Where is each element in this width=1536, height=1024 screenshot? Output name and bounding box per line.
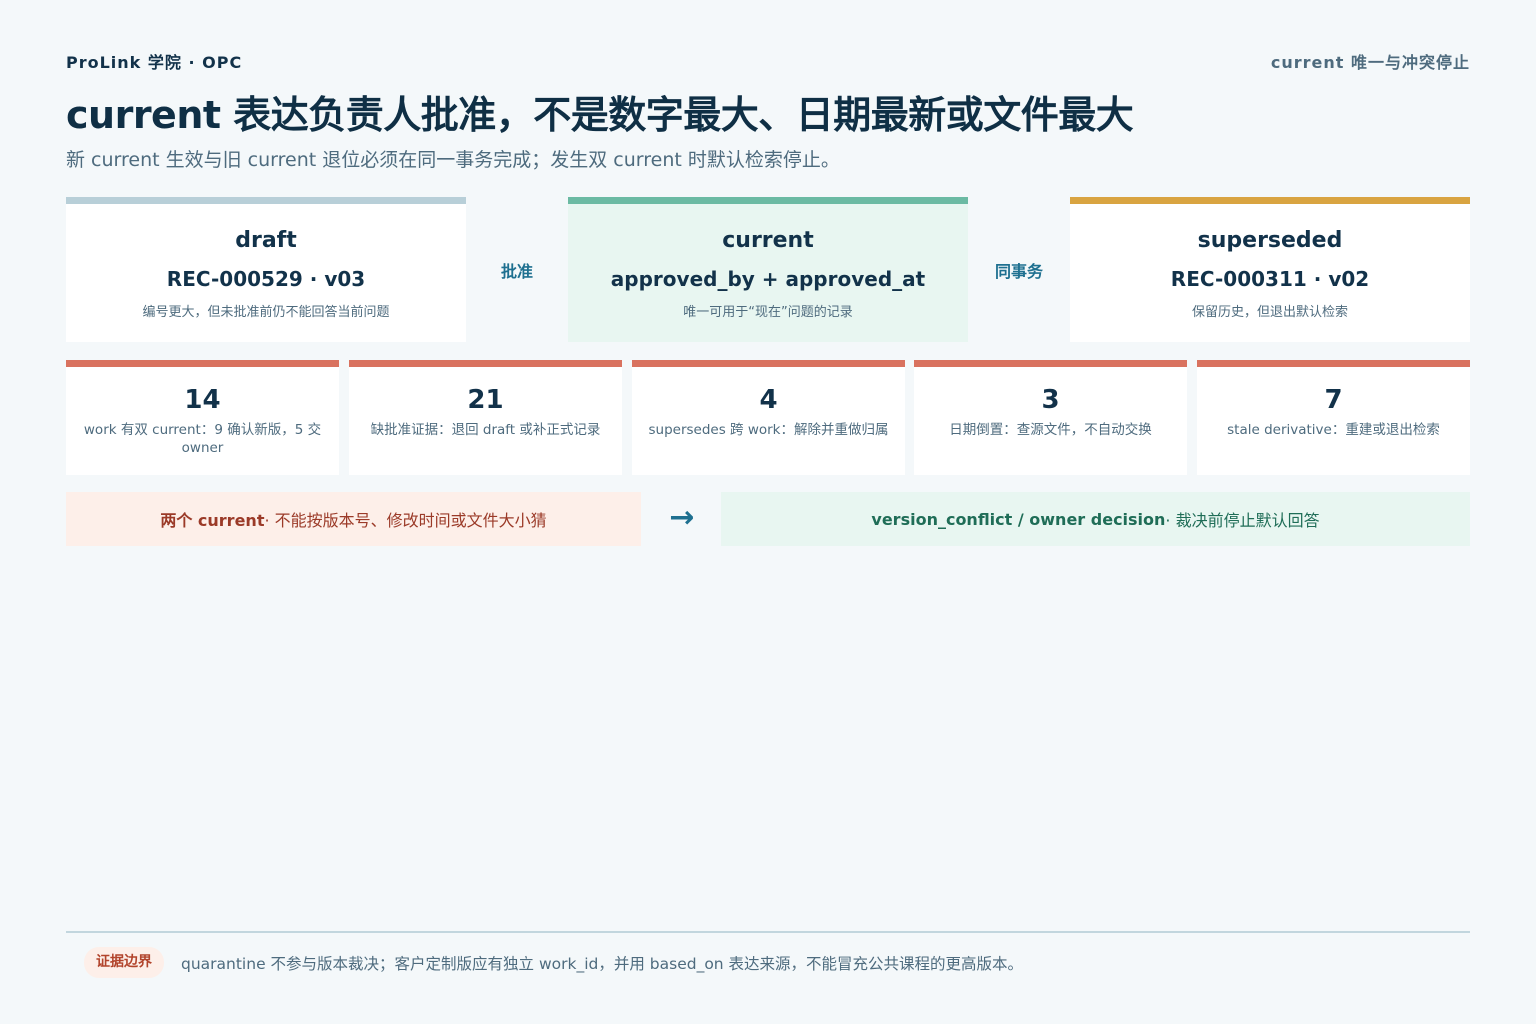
state-name: draft	[235, 228, 297, 253]
evidence-boundary-badge: 证据边界	[84, 947, 164, 978]
stat-bar	[914, 360, 1187, 367]
stat-card-date-inversion: 3 日期倒置：查源文件，不自动交换	[914, 360, 1187, 475]
page-subtitle: 新 current 生效与旧 current 退位必须在同一事务完成；发生双 c…	[66, 149, 840, 171]
state-note: 保留历史，但退出默认检索	[1191, 305, 1348, 320]
stat-value: 14	[184, 385, 221, 415]
state-card-superseded: superseded REC-000311 · v02 保留历史，但退出默认检索	[1070, 197, 1470, 342]
state-name: current	[722, 228, 814, 253]
state-record: REC-000311 · v02	[1170, 267, 1370, 291]
stat-card-double-current: 14 work 有双 current：9 确认新版，5 交 owner	[66, 360, 339, 475]
decision-box: version_conflict / owner decision · 裁决前停…	[721, 492, 1470, 546]
conflict-text: · 不能按版本号、修改时间或文件大小猜	[264, 511, 547, 530]
stat-bar	[349, 360, 622, 367]
stat-card-stale-derivative: 7 stale derivative：重建或退出检索	[1197, 360, 1470, 475]
conflict-strong: 两个 current	[160, 511, 265, 530]
stat-label: 缺批准证据：退回 draft 或补正式记录	[370, 422, 601, 438]
decision-text: · 裁决前停止默认回答	[1165, 511, 1320, 530]
stat-bar	[66, 360, 339, 367]
state-bar	[1070, 197, 1470, 204]
state-record: REC-000529 · v03	[166, 267, 366, 291]
state-name: superseded	[1197, 228, 1343, 253]
stat-bar	[1197, 360, 1470, 367]
connector-same-transaction: 同事务	[994, 262, 1043, 281]
connector-approve: 批准	[500, 262, 533, 281]
state-bar	[568, 197, 968, 204]
conflict-box: 两个 current · 不能按版本号、修改时间或文件大小猜	[66, 492, 641, 546]
decision-strong: version_conflict / owner decision	[871, 509, 1166, 529]
stat-bar	[632, 360, 905, 367]
stat-label: stale derivative：重建或退出检索	[1227, 422, 1440, 438]
brand-label: ProLink 学院 · OPC	[66, 53, 243, 72]
state-record: approved_by + approved_at	[610, 267, 926, 291]
stat-card-missing-approval: 21 缺批准证据：退回 draft 或补正式记录	[349, 360, 622, 475]
stat-value: 7	[1324, 385, 1343, 415]
stat-value: 4	[759, 385, 778, 415]
page-title: current 表达负责人批准，不是数字最大、日期最新或文件最大	[66, 93, 1134, 137]
arrow-right-icon: →	[669, 500, 695, 535]
stat-label: 日期倒置：查源文件，不自动交换	[949, 422, 1152, 438]
footer-divider	[66, 931, 1470, 933]
tagline: current 唯一与冲突停止	[1270, 53, 1470, 72]
stat-card-cross-work: 4 supersedes 跨 work：解除并重做归属	[632, 360, 905, 475]
stat-value: 21	[467, 385, 504, 415]
footer-note: quarantine 不参与版本裁决；客户定制版应有独立 work_id，并用 …	[181, 955, 1024, 973]
stat-label: work 有双 current：9 确认新版，5 交 owner	[83, 422, 322, 456]
state-card-current: current approved_by + approved_at 唯一可用于“…	[568, 197, 968, 342]
state-card-draft: draft REC-000529 · v03 编号更大，但未批准前仍不能回答当前…	[66, 197, 466, 342]
state-bar	[66, 197, 466, 204]
stat-value: 3	[1041, 385, 1060, 415]
stat-label: supersedes 跨 work：解除并重做归属	[648, 422, 889, 438]
state-note: 唯一可用于“现在”问题的记录	[683, 305, 853, 320]
state-note: 编号更大，但未批准前仍不能回答当前问题	[142, 305, 390, 320]
